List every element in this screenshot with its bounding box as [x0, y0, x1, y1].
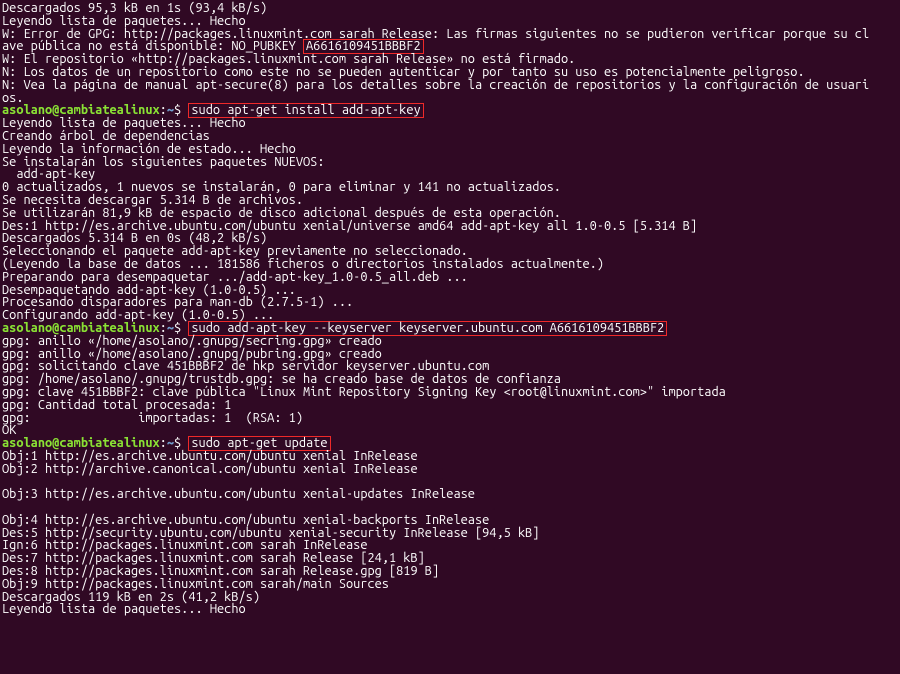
terminal-line: Obj:3 http://es.archive.ubuntu.com/ubunt… [2, 487, 475, 501]
terminal-line: Obj:2 http://archive.canonical.com/ubunt… [2, 462, 418, 476]
terminal-line: gpg: importadas: 1 (RSA: 1) [2, 411, 303, 425]
terminal-line: Leyendo lista de paquetes... Hecho [2, 602, 246, 616]
terminal-line: N: Vea la página de manual apt-secure(8)… [2, 78, 869, 92]
